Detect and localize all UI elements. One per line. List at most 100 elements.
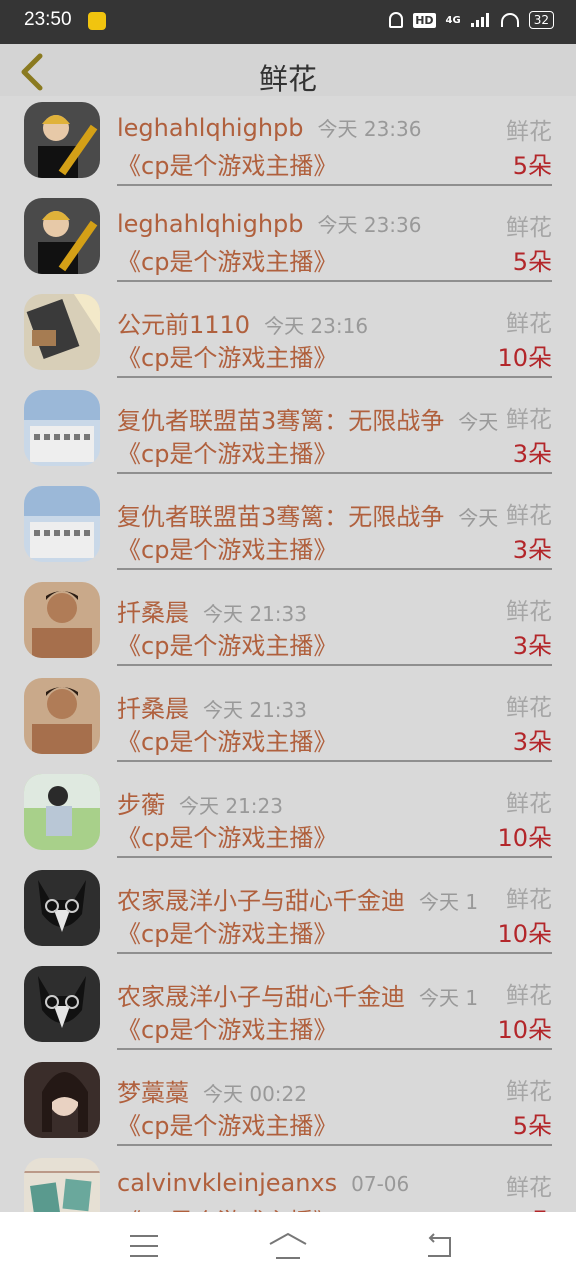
gift-type: 鲜花 xyxy=(502,112,552,146)
network-type: 4G xyxy=(445,14,461,26)
avatar-3 xyxy=(24,486,100,562)
gift-type: 鲜花 xyxy=(502,592,552,626)
post-time: 今天 21:23 xyxy=(179,794,283,818)
user-name-text: 公元前1110 xyxy=(117,311,251,339)
divider xyxy=(117,184,552,186)
post-title[interactable]: 《cp是个游戏主播》 xyxy=(117,146,337,181)
list-item[interactable]: calvinvkleinjeanxs 07-06 鲜花《cp是个游戏主播》 3朵 xyxy=(0,1152,576,1212)
gift-list[interactable]: leghahlqhighpb 今天 23:36 鲜花 《cp是个游戏主播》 5朵 legh… xyxy=(0,96,576,1212)
avatar[interactable] xyxy=(24,582,100,658)
list-item[interactable]: 复仇者联盟苗3骞篱：无限战争今天 23:3鲜花《cp是个游戏主播》 3朵 xyxy=(0,384,576,480)
avatar[interactable] xyxy=(24,1158,100,1212)
avatar[interactable] xyxy=(24,294,100,370)
system-nav-bar xyxy=(0,1212,576,1280)
gift-type: 鲜花 xyxy=(502,880,552,914)
back-nav-button[interactable] xyxy=(418,1230,458,1262)
user-name[interactable]: 复仇者联盟苗3骞篱：无限战争今天 23:3 xyxy=(117,497,550,532)
post-title[interactable]: 《cp是个游戏主播》 xyxy=(117,1010,337,1045)
gift-count: 5朵 xyxy=(512,248,552,276)
avatar[interactable] xyxy=(24,1062,100,1138)
home-button[interactable] xyxy=(268,1230,308,1262)
avatar-2 xyxy=(24,294,100,370)
list-item[interactable]: 农家晟洋小子与甜心千金迪 今天 1 鲜花 《cp是个游戏主播》 10朵 xyxy=(0,960,576,1056)
status-bar: 23:50 HD 4G 32 xyxy=(0,0,576,44)
user-name-text: 扦桑晨 xyxy=(117,599,189,627)
gift-type: 鲜花 xyxy=(502,1072,552,1106)
user-name-text: leghahlqhighpb xyxy=(117,114,304,142)
home-icon xyxy=(269,1232,307,1259)
user-name[interactable]: calvinvkleinjeanxs 07-06 xyxy=(117,1169,409,1197)
gift-type: 鲜花 xyxy=(502,1168,552,1202)
list-item[interactable]: 梦藁藁 今天 00:22 鲜花《cp是个游戏主播》 5朵 xyxy=(0,1056,576,1152)
app-notification-icon xyxy=(88,12,106,30)
gift-count: 10朵 xyxy=(497,824,552,852)
avatar[interactable] xyxy=(24,198,100,274)
avatar[interactable] xyxy=(24,870,100,946)
page-title: 鲜花 xyxy=(258,62,317,96)
user-name-text: 复仇者联盟苗3骞篱：无限战争 xyxy=(117,407,445,435)
avatar-7 xyxy=(24,1062,100,1138)
user-name[interactable]: 步蘅 今天 21:23 xyxy=(117,785,283,820)
list-item[interactable]: 复仇者联盟苗3骞篱：无限战争今天 23:3鲜花《cp是个游戏主播》 3朵 xyxy=(0,480,576,576)
divider xyxy=(117,280,552,282)
avatar-4 xyxy=(24,678,100,754)
post-time: 今天 21:33 xyxy=(203,698,307,722)
post-title[interactable]: 《cp是个游戏主播》 xyxy=(117,914,337,949)
divider xyxy=(117,664,552,666)
list-item[interactable]: leghahlqhighpb 今天 23:36 鲜花《cp是个游戏主播》 5朵 xyxy=(0,96,576,192)
post-title[interactable]: 《cp是个游戏主播》 xyxy=(117,1106,337,1141)
user-name[interactable]: 梦藁藁 今天 00:22 xyxy=(117,1073,307,1108)
avatar[interactable] xyxy=(24,678,100,754)
header: 鲜花 xyxy=(0,44,576,96)
gift-count: 10朵 xyxy=(497,920,552,948)
menu-icon xyxy=(130,1235,158,1257)
avatar[interactable] xyxy=(24,486,100,562)
divider xyxy=(117,856,552,858)
user-name-text: 梦藁藁 xyxy=(117,1079,189,1107)
post-title[interactable]: 《cp是个游戏主播》 xyxy=(117,530,337,565)
post-time: 今天 23:36 xyxy=(317,117,422,141)
user-name[interactable]: 公元前1110 今天 23:16 xyxy=(117,305,368,340)
avatar-1 xyxy=(24,102,100,178)
user-name[interactable]: leghahlqhighpb 今天 23:36 xyxy=(117,113,422,142)
list-item[interactable]: 步蘅 今天 21:23 鲜花 《cp是个游戏主播》 10朵 xyxy=(0,768,576,864)
gift-count: 3朵 xyxy=(513,1202,552,1212)
post-title[interactable]: 《cp是个游戏主播》 xyxy=(117,818,337,853)
user-name-text: 农家晟洋小子与甜心千金迪 xyxy=(117,983,405,1011)
list-item[interactable]: 公元前1110 今天 23:16 鲜花 《cp是个游戏主播》 10朵 xyxy=(0,288,576,384)
divider xyxy=(117,376,552,378)
list-item[interactable]: 扦桑晨 今天 21:33 鲜花 《cp是个游戏主播》 3朵 xyxy=(0,576,576,672)
gift-type: 鲜花 xyxy=(502,496,552,530)
avatar[interactable] xyxy=(24,390,100,466)
post-title[interactable]: 《cp是个游戏主播》 xyxy=(117,626,337,661)
post-title[interactable]: 《cp是个游戏主播》 xyxy=(117,1202,337,1212)
user-name[interactable]: 复仇者联盟苗3骞篱：无限战争今天 23:3 xyxy=(117,401,550,436)
avatar[interactable] xyxy=(24,774,100,850)
post-title[interactable]: 《cp是个游戏主播》 xyxy=(117,434,337,469)
list-item[interactable]: 农家晟洋小子与甜心千金迪 今天 1 鲜花《cp是个游戏主播》 10朵 xyxy=(0,864,576,960)
user-name[interactable]: leghahlqhighpb 今天 23:36 xyxy=(117,209,422,238)
post-time: 07-06 xyxy=(351,1172,410,1196)
gift-count: 5朵 xyxy=(512,152,552,180)
divider xyxy=(117,760,552,762)
post-title[interactable]: 《cp是个游戏主播》 xyxy=(117,722,337,757)
wifi-icon xyxy=(500,13,519,27)
list-item[interactable]: 扦桑晨 今天 21:33 鲜花 《cp是个游戏主播》 3朵 xyxy=(0,672,576,768)
user-name[interactable]: 扦桑晨 今天 21:33 xyxy=(117,593,307,628)
post-title[interactable]: 《cp是个游戏主播》 xyxy=(117,338,337,373)
gift-count: 5朵 xyxy=(512,1112,552,1140)
avatar[interactable] xyxy=(24,102,100,178)
gift-type: 鲜花 xyxy=(502,304,552,338)
menu-button[interactable] xyxy=(124,1230,164,1262)
avatar[interactable] xyxy=(24,966,100,1042)
post-title[interactable]: 《cp是个游戏主播》 xyxy=(117,242,337,277)
avatar-6 xyxy=(24,870,100,946)
post-time: 今天 21:33 xyxy=(203,602,307,626)
list-item[interactable]: leghahlqhighpb 今天 23:36 鲜花 《cp是个游戏主播》 5朵 xyxy=(0,192,576,288)
user-name[interactable]: 扦桑晨 今天 21:33 xyxy=(117,689,307,724)
user-name[interactable]: 农家晟洋小子与甜心千金迪 今天 1 xyxy=(117,977,478,1012)
gift-count: 3朵 xyxy=(512,728,552,756)
post-time: 今天 00:22 xyxy=(203,1082,307,1106)
user-name[interactable]: 农家晟洋小子与甜心千金迪 今天 1 xyxy=(117,881,478,916)
avatar-1 xyxy=(24,198,100,274)
